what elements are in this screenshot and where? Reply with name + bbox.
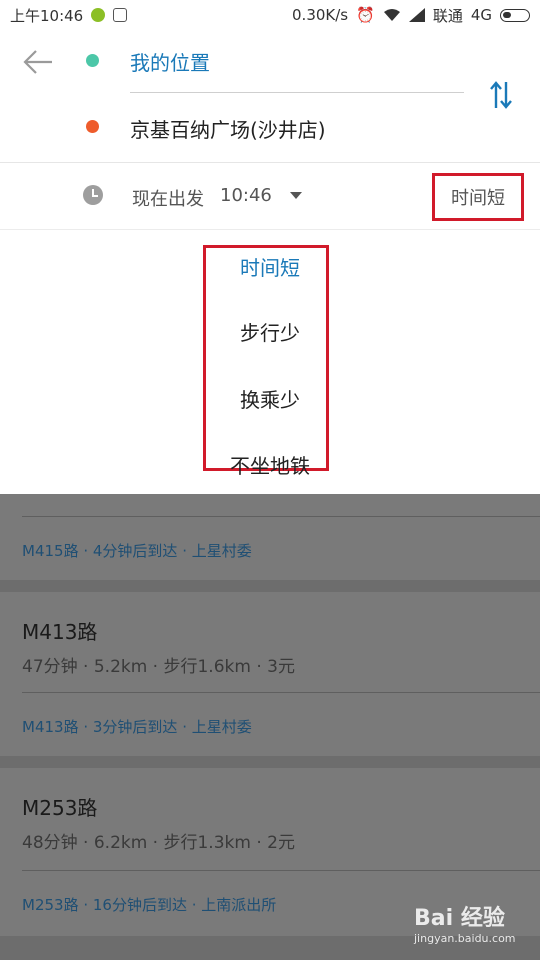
watermark-url: jingyan.baidu.com — [414, 932, 516, 945]
end-dot-icon — [86, 120, 99, 133]
start-dot-icon — [86, 54, 99, 67]
sort-menu: 时间短 步行少 换乘少 不坐地铁 — [0, 230, 540, 494]
sort-option-fewer-transfers[interactable]: 换乘少 — [0, 384, 540, 413]
status-time: 上午10:46 — [10, 6, 84, 25]
card-divider — [22, 692, 540, 693]
status-bar: 上午10:46 0.30K/s ⏰ 联通 4G — [0, 0, 540, 30]
depart-time[interactable]: 10:46 — [220, 185, 272, 206]
route-meta: 48分钟 · 6.2km · 步行1.3km · 2元 — [22, 833, 295, 853]
card-divider — [22, 516, 540, 517]
end-location[interactable]: 京基百纳广场(沙井店) — [130, 114, 326, 143]
route-panel: 我的位置 京基百纳广场(沙井店) — [0, 30, 540, 163]
image-icon — [113, 8, 128, 22]
realtime-info: M253路 · 16分钟后到达 · 上南派出所 — [22, 896, 277, 914]
result-card[interactable]: M413路 47分钟 · 5.2km · 步行1.6km · 3元 M413路 … — [0, 592, 540, 756]
carrier: 联通 — [432, 6, 463, 25]
realtime-info: M415路 · 4分钟后到达 · 上星村委 — [22, 542, 252, 560]
start-location[interactable]: 我的位置 — [130, 47, 210, 76]
time-row: 现在出发 10:46 时间短 — [0, 163, 540, 230]
alarm-icon: ⏰ — [356, 6, 375, 24]
sort-option-no-subway[interactable]: 不坐地铁 — [0, 450, 540, 479]
route-meta: 47分钟 · 5.2km · 步行1.6km · 3元 — [22, 657, 295, 677]
network-type: 4G — [470, 6, 492, 24]
battery-icon — [500, 8, 530, 22]
sort-button[interactable]: 时间短 — [432, 173, 524, 221]
route-title: M413路 — [22, 620, 98, 644]
signal-icon — [408, 8, 425, 22]
card-divider — [22, 870, 540, 871]
results-overlay[interactable]: M415路 · 4分钟后到达 · 上星村委 M413路 47分钟 · 5.2km… — [0, 494, 540, 960]
wifi-icon — [383, 9, 400, 21]
sort-option-less-walking[interactable]: 步行少 — [0, 317, 540, 346]
net-speed: 0.30K/s — [292, 6, 349, 24]
watermark: Bai 经验 jingyan.baidu.com — [414, 900, 534, 952]
route-title: M253路 — [22, 796, 98, 820]
swap-icon[interactable] — [488, 80, 514, 110]
divider — [130, 92, 464, 93]
sort-button-label: 时间短 — [451, 188, 505, 209]
caret-down-icon[interactable] — [290, 192, 302, 199]
realtime-info: M413路 · 3分钟后到达 · 上星村委 — [22, 718, 252, 736]
notification-icon — [91, 8, 106, 22]
depart-label[interactable]: 现在出发 — [132, 185, 204, 211]
result-card[interactable]: M415路 · 4分钟后到达 · 上星村委 — [0, 494, 540, 580]
watermark-logo: Bai 经验 — [414, 906, 505, 931]
sort-option-fastest[interactable]: 时间短 — [0, 252, 540, 281]
back-arrow-icon[interactable] — [22, 46, 54, 78]
clock-icon — [83, 185, 103, 205]
